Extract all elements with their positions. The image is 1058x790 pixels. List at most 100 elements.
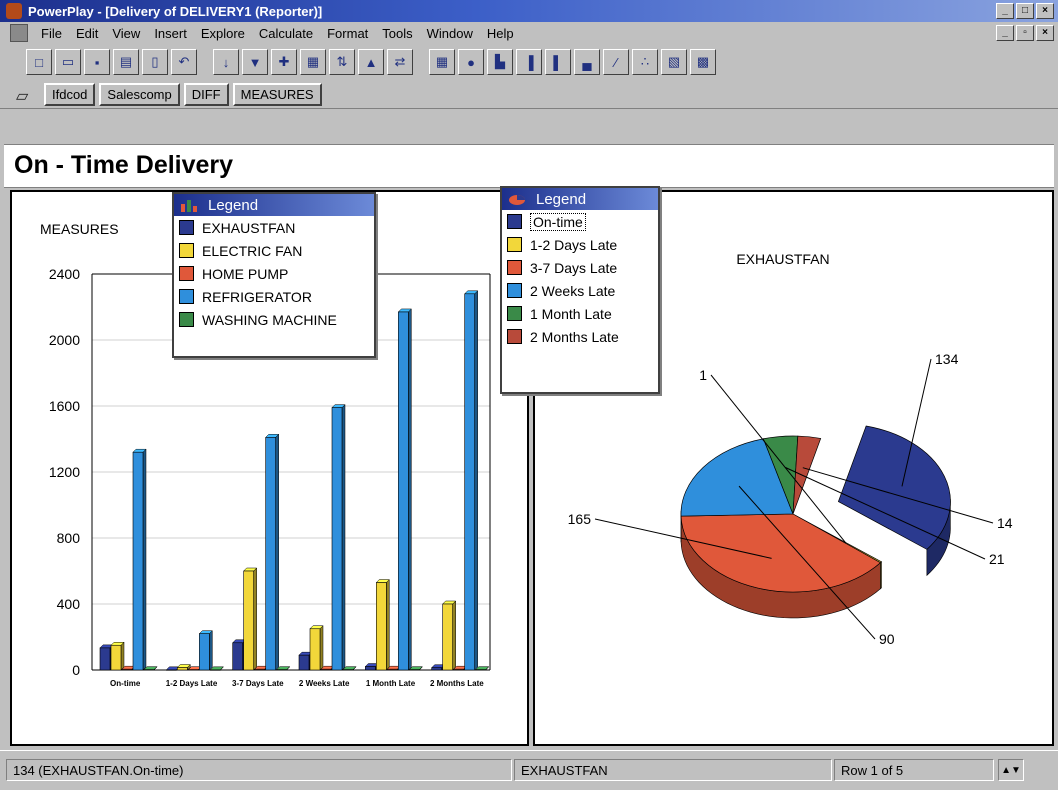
- y-tick-label: 0: [72, 662, 80, 678]
- pie-data-label: 1: [699, 367, 707, 383]
- bar-legend-label: EXHAUSTFAN: [202, 220, 295, 236]
- dimension-measures[interactable]: MEASURES: [233, 83, 322, 106]
- close-button[interactable]: ×: [1036, 3, 1054, 19]
- dimension-salescomp[interactable]: Salescomp: [99, 83, 179, 106]
- bar-legend-label: REFRIGERATOR: [202, 289, 312, 305]
- explore-icon[interactable]: ✚: [271, 49, 297, 75]
- pie-legend-header[interactable]: Legend: [502, 188, 658, 210]
- stacked-bar-icon[interactable]: ▄: [574, 49, 600, 75]
- dimension-ifdcod[interactable]: Ifdcod: [44, 83, 95, 106]
- pie-legend-label: 1 Month Late: [530, 306, 612, 322]
- menu-window[interactable]: Window: [420, 26, 480, 41]
- pie-legend-item[interactable]: 3-7 Days Late: [502, 256, 658, 279]
- rank-icon[interactable]: ▦: [300, 49, 326, 75]
- bar: [177, 668, 187, 670]
- menu-calculate[interactable]: Calculate: [252, 26, 320, 41]
- bar-legend-title: Legend: [208, 197, 258, 214]
- bar: [454, 669, 464, 670]
- bar: [199, 634, 209, 670]
- pie-chart-icon: [508, 192, 526, 206]
- pie-legend-swatch: [507, 283, 522, 298]
- bar-legend-swatch: [179, 312, 194, 327]
- maximize-button[interactable]: □: [1016, 3, 1034, 19]
- scatter-icon[interactable]: ∴: [632, 49, 658, 75]
- y-tick-label: 800: [57, 530, 81, 546]
- menu-view[interactable]: View: [105, 26, 147, 41]
- bar: [122, 669, 132, 670]
- bar: [443, 604, 453, 670]
- pie-legend[interactable]: Legend On-time1-2 Days Late3-7 Days Late…: [500, 186, 660, 394]
- bar-legend-item[interactable]: WASHING MACHINE: [174, 308, 374, 331]
- new-icon[interactable]: □: [26, 49, 52, 75]
- sort-icon[interactable]: ⇅: [329, 49, 355, 75]
- doc-close-button[interactable]: ×: [1036, 25, 1054, 41]
- row-scroll-spinner[interactable]: ▲▼: [998, 759, 1024, 781]
- status-dimension: EXHAUSTFAN: [514, 759, 832, 781]
- chart-icon[interactable]: ▲: [358, 49, 384, 75]
- menu-help[interactable]: Help: [480, 26, 521, 41]
- correlation-icon[interactable]: ▧: [661, 49, 687, 75]
- filter-icon[interactable]: ▼: [242, 49, 268, 75]
- pie-legend-item[interactable]: 2 Weeks Late: [502, 279, 658, 302]
- bar-legend-header[interactable]: Legend: [174, 194, 374, 216]
- y-tick-label: 400: [57, 596, 81, 612]
- pie-icon[interactable]: ●: [458, 49, 484, 75]
- bar-legend-swatch: [179, 266, 194, 281]
- document-icon[interactable]: [10, 24, 28, 42]
- clustered-bar-icon[interactable]: ▌: [545, 49, 571, 75]
- pie-legend-item[interactable]: 2 Months Late: [502, 325, 658, 348]
- bar-legend-label: ELECTRIC FAN: [202, 243, 302, 259]
- menu-insert[interactable]: Insert: [147, 26, 194, 41]
- bar-legend-item[interactable]: HOME PUMP: [174, 262, 374, 285]
- multiline-icon[interactable]: ▩: [690, 49, 716, 75]
- bar-side: [320, 626, 323, 670]
- pie-legend-swatch: [507, 214, 522, 229]
- report-title: On - Time Delivery: [14, 151, 233, 180]
- bar-legend-label: WASHING MACHINE: [202, 312, 337, 328]
- pie-title: EXHAUSTFAN: [736, 251, 829, 267]
- bar-legend-item[interactable]: EXHAUSTFAN: [174, 216, 374, 239]
- bar-legend-label: HOME PUMP: [202, 266, 288, 282]
- save-icon[interactable]: ▪: [84, 49, 110, 75]
- window-title: PowerPlay - [Delivery of DELIVERY1 (Repo…: [28, 4, 322, 19]
- menu-edit[interactable]: Edit: [69, 26, 105, 41]
- bar-legend-item[interactable]: ELECTRIC FAN: [174, 239, 374, 262]
- bar-side: [475, 291, 478, 670]
- doc-minimize-button[interactable]: _: [996, 25, 1014, 41]
- dimension-diff[interactable]: DIFF: [184, 83, 229, 106]
- drill-icon[interactable]: ↓: [213, 49, 239, 75]
- menu-file[interactable]: File: [34, 26, 69, 41]
- pie-data-label: 90: [879, 631, 895, 647]
- menu-tools[interactable]: Tools: [375, 26, 419, 41]
- bar-legend-item[interactable]: REFRIGERATOR: [174, 285, 374, 308]
- minimize-button[interactable]: _: [996, 3, 1014, 19]
- doc-restore-button[interactable]: ▫: [1016, 25, 1034, 41]
- bar-legend[interactable]: Legend EXHAUSTFAN ELECTRIC FAN HOME PUMP RE…: [172, 192, 376, 358]
- line-icon[interactable]: ∕: [603, 49, 629, 75]
- pie-legend-item[interactable]: 1 Month Late: [502, 302, 658, 325]
- bar-icon[interactable]: ▐: [516, 49, 542, 75]
- pie-legend-item[interactable]: 1-2 Days Late: [502, 233, 658, 256]
- bar-side: [143, 449, 146, 670]
- status-cell-info: 134 (EXHAUSTFAN.On-time): [6, 759, 512, 781]
- open-icon[interactable]: ▭: [55, 49, 81, 75]
- menu-explore[interactable]: Explore: [194, 26, 252, 41]
- bar: [465, 294, 475, 670]
- menu-format[interactable]: Format: [320, 26, 375, 41]
- pie-legend-swatch: [507, 306, 522, 321]
- pie-legend-item[interactable]: On-time: [502, 210, 658, 233]
- swap-icon[interactable]: ⇄: [387, 49, 413, 75]
- bar-side: [386, 580, 389, 670]
- 3d-bar-icon[interactable]: ▙: [487, 49, 513, 75]
- bar: [332, 408, 342, 670]
- pie-legend-label: 2 Months Late: [530, 329, 619, 345]
- report-title-strip: On - Time Delivery: [4, 144, 1054, 188]
- y-tick-label: 2400: [49, 266, 80, 282]
- dimension-viewer-icon[interactable]: ▱: [16, 86, 40, 102]
- crosstab-icon[interactable]: ▦: [429, 49, 455, 75]
- title-bar: PowerPlay - [Delivery of DELIVERY1 (Repo…: [0, 0, 1058, 22]
- undo-icon[interactable]: ↶: [171, 49, 197, 75]
- print-icon[interactable]: ▤: [113, 49, 139, 75]
- pie-slice: [838, 426, 950, 549]
- preview-icon[interactable]: ▯: [142, 49, 168, 75]
